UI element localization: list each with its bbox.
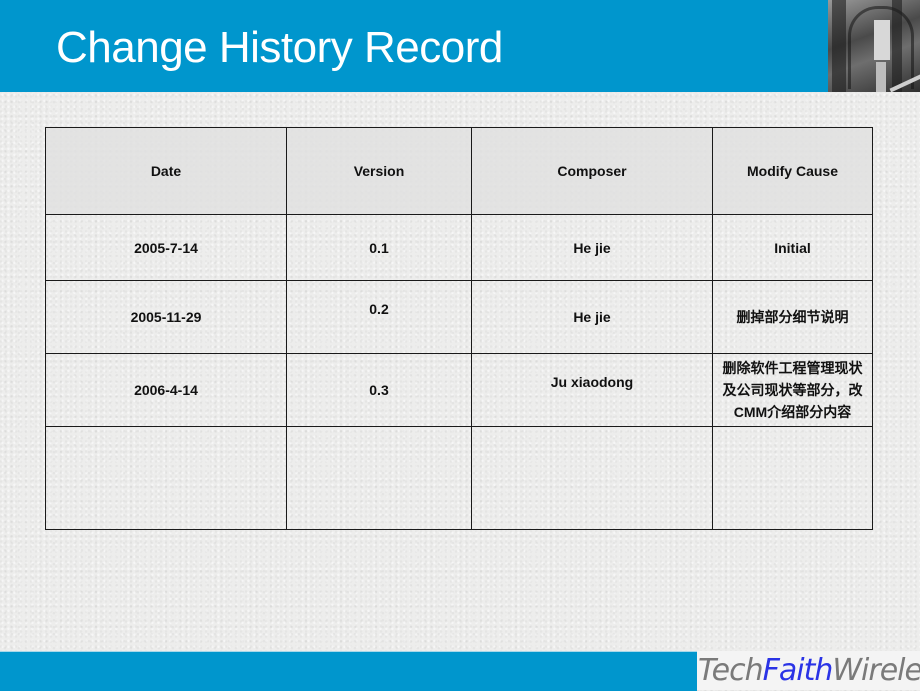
cell-date: 2006-4-14 [45,353,287,427]
cell-version: 0.2 [286,280,472,354]
cell-composer: He jie [471,214,713,281]
page-title: Change History Record [56,23,503,72]
table-row: 2005-11-29 0.2 He jie 删掉部分细节说明 [45,280,873,354]
cell-version-text: 0.2 [369,301,389,317]
column-header-modify-cause: Modify Cause [712,127,873,215]
logo-faith-text: Faith [762,653,834,688]
cell-composer [471,426,713,530]
column-header-version: Version [286,127,472,215]
table-row: 2005-7-14 0.1 He jie Initial [45,214,873,281]
cell-modify-cause: 删掉部分细节说明 [712,280,873,354]
cell-version [286,426,472,530]
table-row [45,426,873,530]
logo-wireless-text: Wireless [832,653,920,688]
column-header-composer: Composer [471,127,713,215]
cell-composer-text: Ju xiaodong [550,374,634,390]
cell-composer: Ju xiaodong [471,353,713,427]
cell-version: 0.1 [286,214,472,281]
cell-composer: He jie [471,280,713,354]
column-header-date: Date [45,127,287,215]
footer-bar [0,651,697,691]
table-row: 2006-4-14 0.3 Ju xiaodong 删除软件工程管理现状及公司现… [45,353,873,427]
cell-version: 0.3 [286,353,472,427]
cell-date: 2005-11-29 [45,280,287,354]
cell-date: 2005-7-14 [45,214,287,281]
cell-modify-cause [712,426,873,530]
building-photo [828,0,920,92]
techfaith-wireless-logo: TechFaithWireless [698,652,920,689]
table-header-row: Date Version Composer Modify Cause [45,127,873,215]
cell-modify-cause: Initial [712,214,873,281]
header-bar: Change History Record [0,0,828,92]
cell-date [45,426,287,530]
logo-tech-text: Tech [698,653,764,688]
change-history-table: Date Version Composer Modify Cause 2005-… [45,127,873,530]
cell-modify-cause: 删除软件工程管理现状及公司现状等部分，改CMM介绍部分内容 [712,353,873,427]
